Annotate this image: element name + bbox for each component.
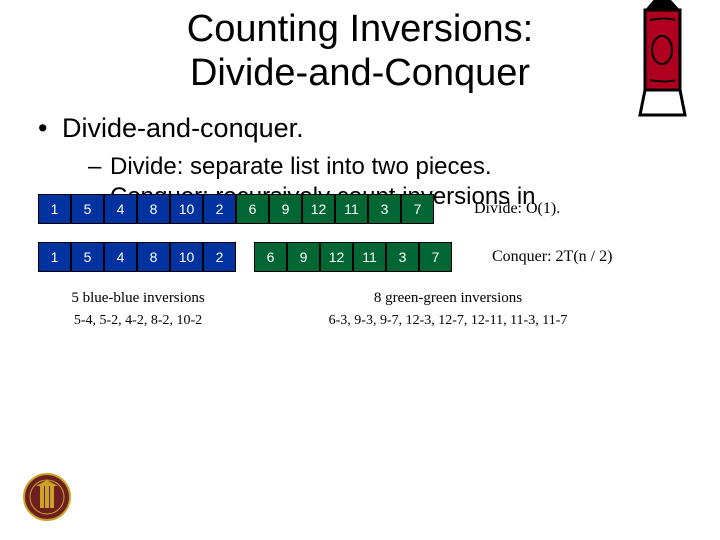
array-cells-full: 1 5 4 8 10 2 6 9 12 11 3 7 (38, 194, 434, 224)
blue-inversions-list: 5-4, 5-2, 4-2, 8-2, 10-2 (74, 313, 202, 329)
array-cells-left: 1 5 4 8 10 2 (38, 242, 236, 272)
dash-icon: – (88, 152, 102, 182)
array-cell: 1 (38, 194, 71, 224)
array-cell: 2 (203, 242, 236, 272)
array-cell: 6 (254, 242, 287, 272)
bullet-dot-icon: • (38, 113, 52, 144)
blue-inversions: 5 blue-blue inversions 5-4, 5-2, 4-2, 8-… (38, 290, 238, 329)
divide-complexity-label: Divide: O(1). (474, 200, 560, 218)
array-cell: 7 (419, 242, 452, 272)
title-line-1: Counting Inversions: (187, 8, 533, 50)
green-inversions-title: 8 green-green inversions (374, 290, 522, 307)
array-cell: 11 (335, 194, 368, 224)
conquer-complexity-label: Conquer: 2T(n / 2) (492, 248, 612, 266)
array-cell: 8 (137, 194, 170, 224)
array-row-split: 1 5 4 8 10 2 6 9 12 11 3 7 Conquer: 2T(n… (38, 242, 720, 272)
array-cell: 4 (104, 242, 137, 272)
array-cell: 6 (236, 194, 269, 224)
array-cell: 10 (170, 194, 203, 224)
array-cell: 3 (368, 194, 401, 224)
array-cell: 1 (38, 242, 71, 272)
bullet-main: • Divide-and-conquer. (38, 113, 682, 144)
array-cell: 5 (71, 194, 104, 224)
array-cell: 12 (302, 194, 335, 224)
array-cells-right: 6 9 12 11 3 7 (254, 242, 452, 272)
array-cell: 4 (104, 194, 137, 224)
sub-bullet-divide-text: Divide: separate list into two pieces. (110, 152, 492, 182)
array-cell: 9 (287, 242, 320, 272)
array-cell: 5 (71, 242, 104, 272)
array-cell: 8 (137, 242, 170, 272)
bullet-main-text: Divide-and-conquer. (62, 113, 304, 144)
green-inversions: 8 green-green inversions 6-3, 9-3, 9-7, … (298, 290, 598, 329)
array-cell: 7 (401, 194, 434, 224)
slide-title: Counting Inversions: Divide-and-Conquer (0, 0, 720, 95)
array-cell: 11 (353, 242, 386, 272)
university-seal-icon (22, 472, 72, 522)
array-cell: 12 (320, 242, 353, 272)
array-cell: 9 (269, 194, 302, 224)
crayon-decoration (635, 0, 690, 120)
inversions-row: 5 blue-blue inversions 5-4, 5-2, 4-2, 8-… (0, 290, 720, 329)
green-inversions-list: 6-3, 9-3, 9-7, 12-3, 12-7, 12-11, 11-3, … (329, 313, 568, 329)
array-cell: 2 (203, 194, 236, 224)
array-cell: 3 (386, 242, 419, 272)
diagram-area: 1 5 4 8 10 2 6 9 12 11 3 7 Divide: O(1).… (0, 194, 720, 272)
blue-inversions-title: 5 blue-blue inversions (71, 290, 204, 307)
array-row-full: 1 5 4 8 10 2 6 9 12 11 3 7 Divide: O(1). (38, 194, 720, 224)
title-line-2: Divide-and-Conquer (190, 52, 530, 94)
sub-bullet-divide: – Divide: separate list into two pieces. (88, 152, 682, 182)
array-cell: 10 (170, 242, 203, 272)
